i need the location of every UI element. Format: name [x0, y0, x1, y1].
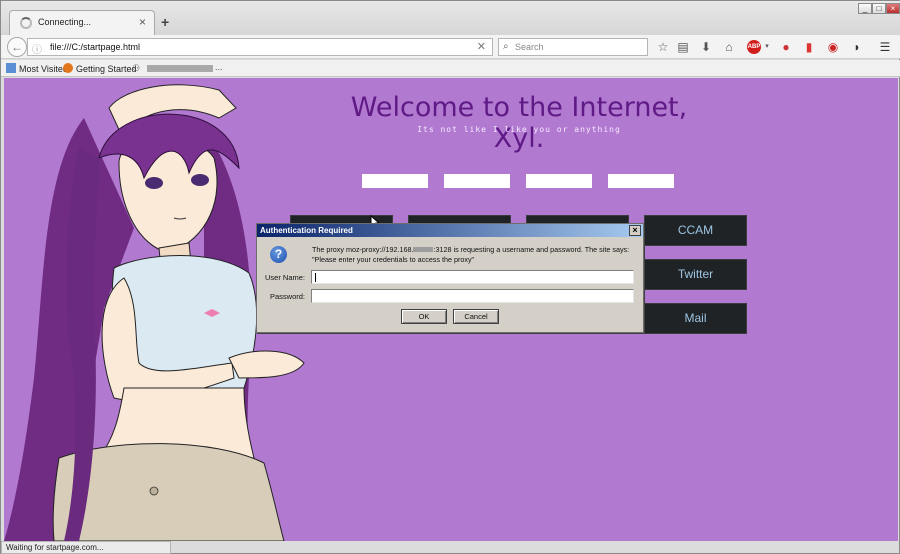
bookmark-most-visited[interactable]: Most Visited	[6, 63, 68, 74]
status-bar: Waiting for startpage.com...	[1, 541, 171, 554]
new-tab-button[interactable]: +	[161, 14, 169, 30]
welcome-heading: Welcome to the Internet, Xyl.	[350, 92, 688, 154]
link-box[interactable]	[444, 174, 510, 188]
extension-icon[interactable]: ●	[778, 39, 794, 55]
download-icon[interactable]: ⬇	[698, 39, 714, 55]
message-text: The proxy moz-proxy://192.168.	[312, 245, 414, 254]
page-info-icon[interactable]: ⓘ	[32, 41, 42, 56]
tab-title: Connecting...	[38, 17, 92, 27]
twitter-button[interactable]: Twitter	[644, 259, 747, 290]
text-caret	[315, 273, 316, 282]
bookmarks-more[interactable]: ...	[215, 62, 223, 72]
dialog-title: Authentication Required	[257, 224, 643, 237]
search-icon: ⌕	[503, 41, 509, 52]
star-icon[interactable]: ☆	[655, 39, 671, 55]
username-label: User Name:	[264, 273, 305, 282]
question-icon: ?	[270, 246, 287, 263]
reading-list-icon[interactable]: ▤	[675, 39, 691, 55]
maximize-button[interactable]: □	[872, 3, 886, 14]
username-field[interactable]	[311, 270, 634, 284]
link-box[interactable]	[608, 174, 674, 188]
extension-icon[interactable]: ▮	[801, 39, 817, 55]
bookmark-link-icon[interactable]: ⚇	[132, 63, 140, 74]
redacted-ip	[413, 247, 434, 252]
bookmark-label: Getting Started	[76, 64, 137, 74]
loading-spinner-icon	[20, 17, 32, 29]
search-placeholder: Search	[515, 42, 544, 52]
search-box[interactable]: ⌕ Search	[498, 38, 648, 56]
bookmark-folder-icon	[6, 63, 16, 73]
extension-icon[interactable]: ◉	[825, 39, 841, 55]
mail-button[interactable]: Mail	[644, 303, 747, 334]
stop-icon[interactable]: ✕	[477, 40, 486, 53]
minimize-button[interactable]: _	[858, 3, 872, 14]
tab-active[interactable]: Connecting... ×	[9, 10, 155, 35]
url-bar[interactable]: ⓘ file:///C:/startpage.html ✕	[27, 38, 493, 56]
cancel-button[interactable]: Cancel	[453, 309, 499, 324]
window-close-button[interactable]: ×	[886, 3, 900, 14]
back-button[interactable]: ←	[7, 37, 27, 57]
tagline: Its not like I like you or anything	[417, 125, 621, 134]
firefox-icon	[63, 63, 73, 73]
navigation-bar: ← ⓘ file:///C:/startpage.html ✕ ⌕ Search…	[1, 35, 900, 59]
link-box[interactable]	[362, 174, 428, 188]
tab-strip: Connecting... × + _ □ ×	[1, 1, 900, 35]
bookmark-redacted[interactable]	[147, 65, 213, 72]
password-label: Password:	[269, 292, 305, 301]
browser-window: Connecting... × + _ □ × ← ⓘ file:///C:/s…	[0, 0, 900, 554]
chevron-down-icon[interactable]: ▾	[759, 39, 775, 55]
home-icon[interactable]: ⌂	[721, 39, 737, 55]
dialog-close-button[interactable]: ×	[629, 225, 641, 236]
tab-close-icon[interactable]: ×	[139, 15, 146, 29]
url-text[interactable]: file:///C:/startpage.html	[50, 42, 140, 52]
dialog-message: The proxy moz-proxy://192.168.:3128 is r…	[312, 245, 632, 264]
bookmark-getting-started[interactable]: Getting Started	[63, 63, 137, 74]
password-field[interactable]	[311, 289, 634, 303]
bookmark-label: Most Visited	[19, 64, 68, 74]
ccam-button[interactable]: CCAM	[644, 215, 747, 246]
auth-dialog: Authentication Required × ? The proxy mo…	[256, 223, 644, 333]
link-box[interactable]	[526, 174, 592, 188]
bookmarks-bar: Most Visited Getting Started ⚇ ...	[1, 60, 900, 77]
menu-icon[interactable]: ☰	[877, 39, 893, 55]
pocket-icon[interactable]: ◗	[849, 39, 865, 55]
ok-button[interactable]: OK	[401, 309, 447, 324]
